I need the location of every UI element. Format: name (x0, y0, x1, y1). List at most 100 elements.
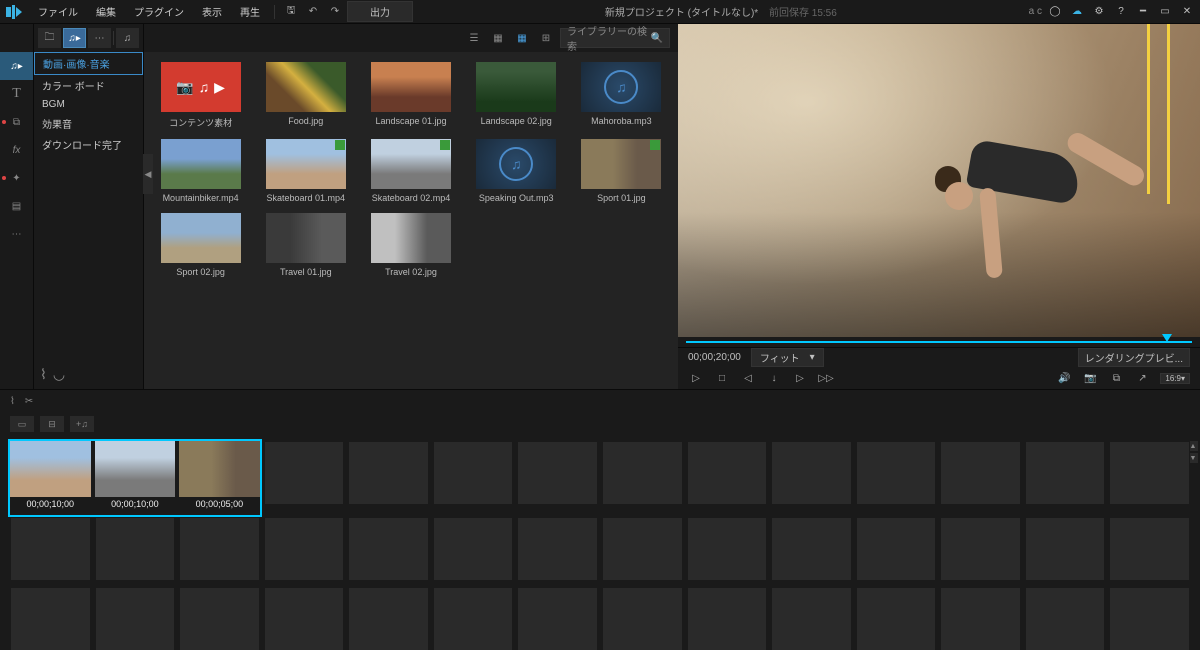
tool-more[interactable]: ⋯ (0, 220, 33, 248)
storyboard-cell[interactable] (95, 587, 176, 650)
play-icon[interactable]: ▷ (688, 370, 704, 386)
menu-file[interactable]: ファイル (30, 1, 86, 22)
storyboard-cell[interactable] (517, 441, 598, 505)
library-search-input[interactable]: ライブラリーの検索 🔍 (560, 28, 670, 48)
media-item[interactable]: Skateboard 01.mp4 (259, 139, 352, 203)
lasso-icon[interactable]: ⌇ (40, 366, 47, 383)
help-icon[interactable]: ? (1112, 3, 1130, 21)
add-audio-icon[interactable]: +♫ (70, 416, 94, 432)
media-item[interactable]: Landscape 02.jpg (470, 62, 563, 129)
preview-canvas[interactable] (678, 24, 1200, 337)
razor-tool-icon[interactable]: ✂ (25, 396, 33, 407)
storyboard-cell[interactable] (856, 517, 937, 581)
media-item[interactable]: Skateboard 02.mp4 (364, 139, 457, 203)
storyboard-cell[interactable] (517, 517, 598, 581)
storyboard-cell[interactable] (433, 587, 514, 650)
preview-scrubber[interactable] (678, 337, 1200, 347)
render-preview-button[interactable]: レンダリングプレビ... (1078, 348, 1190, 367)
media-item[interactable]: Mountainbiker.mp4 (154, 139, 247, 203)
sidebar-item[interactable]: カラー ボード (34, 75, 143, 96)
import-folder-icon[interactable]: 🗀 (38, 28, 61, 48)
tool-transitions[interactable]: ▤ (0, 192, 33, 220)
cut-tool-icon[interactable]: ⌇ (10, 396, 15, 407)
storyboard-cell[interactable] (179, 517, 260, 581)
storyboard-cell[interactable] (348, 587, 429, 650)
timeline-view-icon[interactable]: ⊟ (40, 416, 64, 432)
zoom-select[interactable]: フィット ▾ (751, 348, 824, 367)
storyboard-cell[interactable] (771, 441, 852, 505)
settings-icon[interactable]: ⚙ (1090, 3, 1108, 21)
app-logo-icon[interactable] (4, 4, 24, 20)
view-details-icon[interactable]: ▦ (488, 29, 508, 47)
redo-icon[interactable]: ↷ (325, 2, 345, 22)
sidebar-item[interactable]: 動画·画像·音楽 (34, 52, 143, 75)
detach-icon[interactable]: ⧉ (1108, 370, 1124, 386)
media-item[interactable]: Sport 02.jpg (154, 213, 247, 277)
storyboard-cell[interactable] (602, 441, 683, 505)
storyboard-cell[interactable] (1109, 587, 1190, 650)
menu-plugin[interactable]: プラグイン (126, 1, 192, 22)
storyboard-cell[interactable] (95, 517, 176, 581)
storyboard-cell[interactable] (771, 517, 852, 581)
storyboard-cell[interactable] (264, 587, 345, 650)
tool-overlay[interactable]: ⧉ (0, 108, 33, 136)
storyboard-cell[interactable] (687, 517, 768, 581)
menu-play[interactable]: 再生 (232, 1, 268, 22)
media-item[interactable]: Travel 02.jpg (364, 213, 457, 277)
storyboard-cell[interactable] (264, 441, 345, 505)
undo-icon[interactable]: ↶ (303, 2, 323, 22)
storyboard-cell[interactable] (602, 517, 683, 581)
media-item[interactable]: 📷♫▶コンテンツ素材 (154, 62, 247, 129)
storyboard-cell[interactable] (517, 587, 598, 650)
prev-frame-icon[interactable]: ◁ (740, 370, 756, 386)
storyboard-cell[interactable] (433, 441, 514, 505)
tool-particles[interactable]: ✦ (0, 164, 33, 192)
filter-audio-icon[interactable]: ⋯ (88, 28, 111, 48)
storyboard-cell[interactable] (940, 517, 1021, 581)
storyboard-cell[interactable] (1109, 517, 1190, 581)
sidebar-item[interactable]: ダウンロード完了 (34, 134, 143, 155)
storyboard-cell[interactable] (1025, 587, 1106, 650)
media-item[interactable]: Sport 01.jpg (575, 139, 668, 203)
save-icon[interactable]: 🖫 (281, 2, 301, 22)
filter-media-icon[interactable]: ♫▸ (63, 28, 86, 48)
close-icon[interactable]: ✕ (1178, 3, 1196, 21)
playhead-icon[interactable] (1162, 334, 1172, 342)
storyboard-cell[interactable] (1109, 441, 1190, 505)
tool-media[interactable]: ♫▸ (0, 52, 33, 80)
tool-fx[interactable]: fx (0, 136, 33, 164)
media-item[interactable]: Landscape 01.jpg (364, 62, 457, 129)
fast-forward-icon[interactable]: ▷▷ (818, 370, 834, 386)
next-frame-icon[interactable]: ▷ (792, 370, 808, 386)
view-grid-icon[interactable]: ▦ (512, 29, 532, 47)
snapshot-icon[interactable]: 📷 (1082, 370, 1098, 386)
storyboard-cell[interactable] (264, 517, 345, 581)
storyboard-clip[interactable]: 00;00;10;00 (95, 441, 176, 511)
storyboard-cell[interactable] (348, 441, 429, 505)
storyboard-cell[interactable] (10, 517, 91, 581)
storyboard-cell[interactable] (602, 587, 683, 650)
view-large-icon[interactable]: ⊞ (536, 29, 556, 47)
storyboard-cell[interactable]: 00;00;05;00 (179, 441, 260, 511)
maximize-icon[interactable]: ▭ (1156, 3, 1174, 21)
sidebar-item[interactable]: BGM (34, 96, 143, 113)
storyboard-cell[interactable] (433, 517, 514, 581)
storyboard-cell[interactable] (687, 441, 768, 505)
stop-icon[interactable]: □ (714, 370, 730, 386)
filter-music-icon[interactable]: ♫ (116, 28, 139, 48)
storyboard-cell[interactable] (10, 587, 91, 650)
media-item[interactable]: ♫Mahoroba.mp3 (575, 62, 668, 129)
media-item[interactable]: Travel 01.jpg (259, 213, 352, 277)
storyboard-cell[interactable] (348, 517, 429, 581)
storyboard-cell[interactable] (940, 587, 1021, 650)
storyboard-clip[interactable]: 00;00;05;00 (179, 441, 260, 511)
storyboard-cell[interactable] (179, 587, 260, 650)
storyboard-cell[interactable] (940, 441, 1021, 505)
storyboard-clip[interactable]: 00;00;10;00 (10, 441, 91, 511)
storyboard-cell[interactable]: 00;00;10;00 (95, 441, 176, 511)
storyboard-cell[interactable] (771, 587, 852, 650)
media-item[interactable]: Food.jpg (259, 62, 352, 129)
media-item[interactable]: ♫Speaking Out.mp3 (470, 139, 563, 203)
storyboard-cell[interactable]: 00;00;10;00 (10, 441, 91, 511)
account-icon[interactable]: ◯ (1046, 3, 1064, 21)
